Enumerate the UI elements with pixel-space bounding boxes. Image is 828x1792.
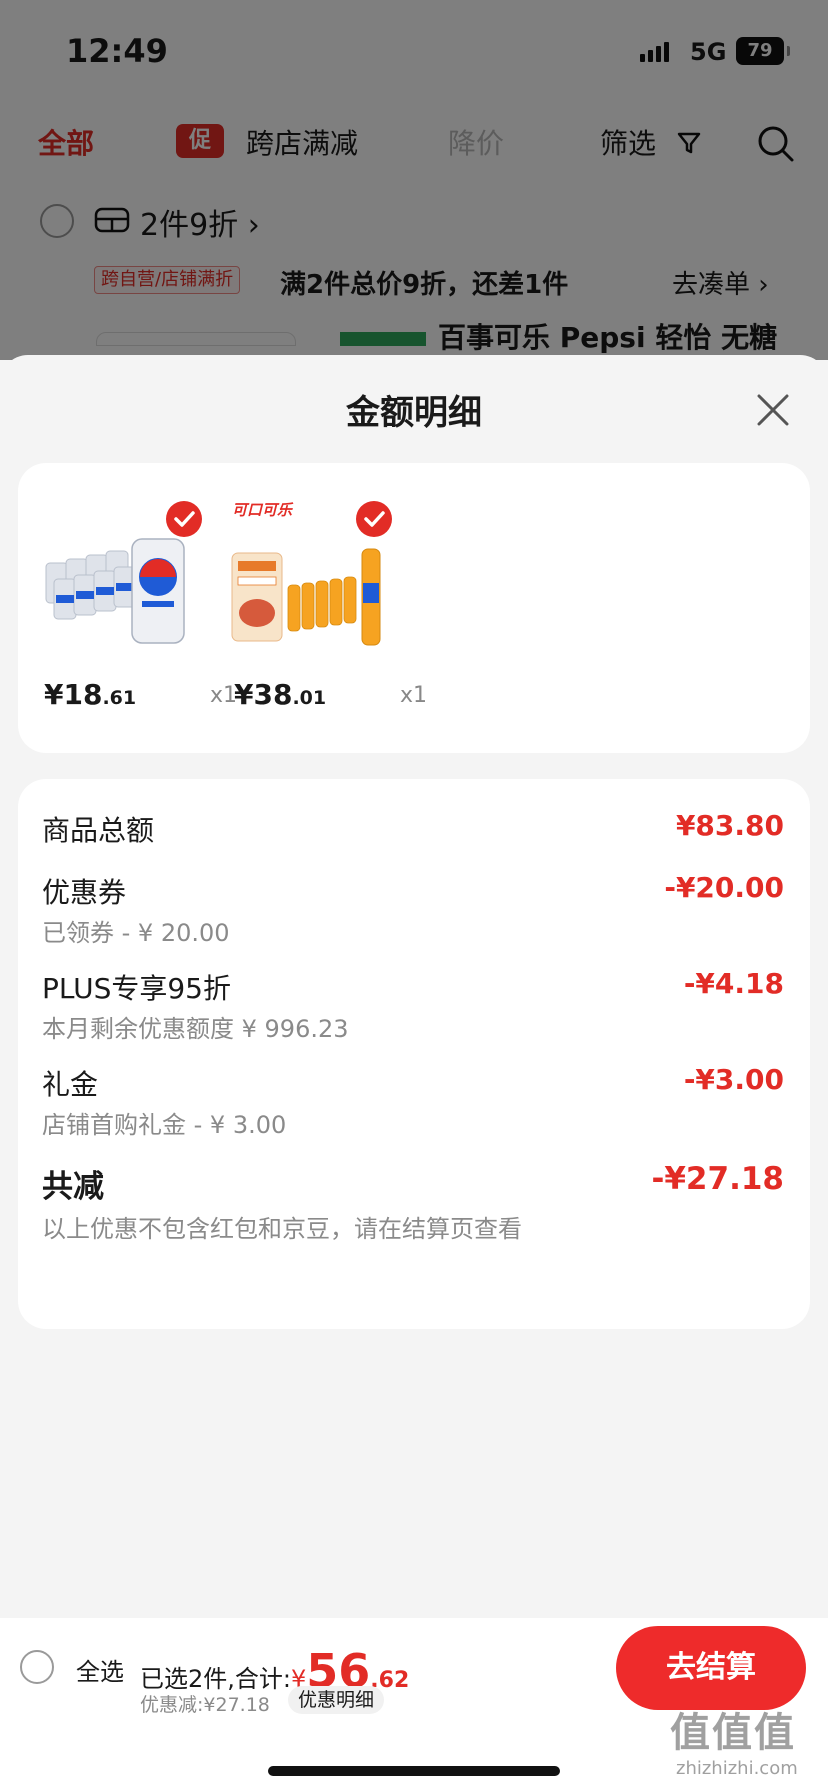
checkout-button[interactable]: 去结算	[616, 1626, 806, 1710]
watermark: 值值值	[670, 1710, 796, 1756]
dim-overlay[interactable]	[0, 0, 828, 360]
discount-note: 以上优惠不包含红包和京豆，请在结算页查看	[42, 1215, 522, 1243]
saved-amount: 优惠减:¥27.18	[140, 1694, 270, 1716]
select-all-label[interactable]: 全选	[76, 1652, 124, 1687]
sheet-title: 金额明细	[346, 393, 482, 433]
product-price: ¥18.61	[44, 678, 137, 711]
amount-breakdown: 商品总额 ¥83.80 优惠券 已领券 - ¥ 20.00 -¥20.00 PL…	[18, 779, 810, 1329]
product-quantity: x1	[400, 683, 428, 708]
goods-total-label: 商品总额	[42, 814, 155, 847]
plus-sub: 本月剩余优惠额度 ¥ 996.23	[42, 1015, 349, 1043]
plus-value: -¥4.18	[683, 967, 784, 1000]
close-icon[interactable]	[756, 393, 790, 427]
selected-check-icon[interactable]	[356, 501, 392, 537]
amount-detail-sheet: 金额明细 ¥18.61 x1 可口可乐 ¥38.01 x1 商品总额 ¥83.8…	[0, 355, 828, 1792]
watermark-url: zhizhizhi.com	[676, 1758, 798, 1779]
plus-label: PLUS专享95折	[42, 972, 231, 1005]
product-item-fanta[interactable]: 可口可乐 ¥38.01 x1	[230, 493, 427, 733]
gift-value: -¥3.00	[683, 1063, 784, 1096]
promo-detail-button[interactable]: 优惠明细	[288, 1686, 385, 1714]
gift-label: 礼金	[42, 1068, 99, 1101]
gift-sub: 店铺首购礼金 - ¥ 3.00	[42, 1111, 287, 1139]
select-all-checkbox[interactable]	[20, 1650, 54, 1684]
total-discount-label: 共减	[42, 1169, 104, 1205]
home-indicator[interactable]	[268, 1766, 560, 1776]
coupon-sub: 已领券 - ¥ 20.00	[42, 919, 230, 947]
product-price: ¥38.01	[234, 678, 327, 711]
product-item-pepsi[interactable]: ¥18.61 x1	[40, 493, 237, 733]
total-discount-value: -¥27.18	[651, 1161, 785, 1197]
coupon-value: -¥20.00	[664, 871, 784, 904]
product-card: ¥18.61 x1 可口可乐 ¥38.01 x1	[18, 463, 810, 753]
goods-total-value: ¥83.80	[675, 809, 784, 842]
selected-check-icon[interactable]	[166, 501, 202, 537]
coupon-label: 优惠券	[42, 876, 127, 909]
